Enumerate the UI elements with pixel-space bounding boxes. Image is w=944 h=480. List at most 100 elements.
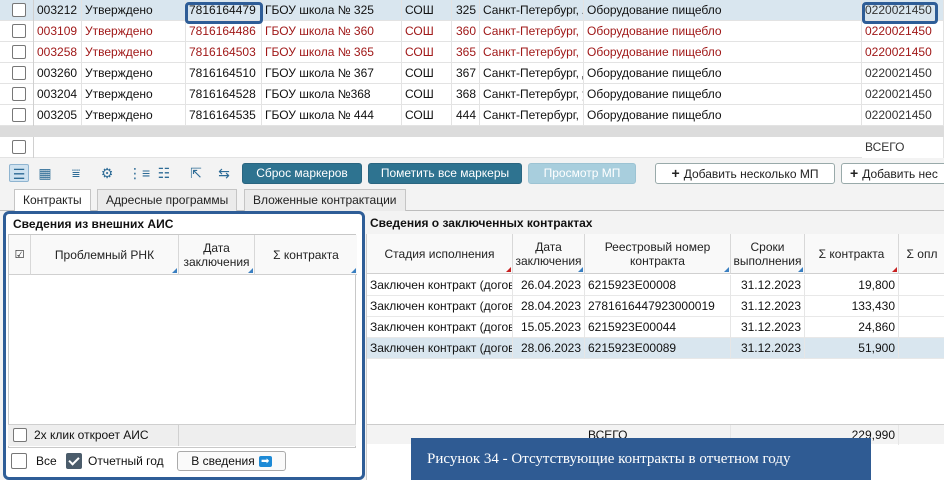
tab-contracts[interactable]: Контракты xyxy=(14,189,91,212)
footer-divider xyxy=(178,425,179,446)
cell-type: СОШ xyxy=(402,105,452,126)
cell-paid xyxy=(899,275,944,296)
select-all-header[interactable]: ☑ xyxy=(9,235,31,275)
col-paid-sum[interactable]: Σ опл xyxy=(899,234,944,274)
col-sum[interactable]: Σ контракта xyxy=(255,235,357,275)
row-checkbox-cell[interactable] xyxy=(0,0,34,21)
cell-stage: Заключен контракт (догов xyxy=(367,296,513,317)
col-contract-sum-label: Σ контракта xyxy=(818,246,885,261)
table-row[interactable]: 003258 Утверждено 7816164503 ГБОУ школа № 3… xyxy=(0,42,944,63)
figure-caption: Рисунок 34 - Отсутствующие контракты в о… xyxy=(411,438,871,480)
row-checkbox[interactable] xyxy=(12,86,26,101)
cell-stage: Заключен контракт (догов xyxy=(367,338,513,359)
toolbar: ☰ ▦ ⩸ ⚙ ⋮≡ ☷ ⇱ ⇆ Сброс маркеров Пометить… xyxy=(0,159,944,187)
table-row[interactable]: 003212 Утверждено 7816164479 ГБОУ школа № 3… xyxy=(0,0,944,21)
col-contract-date-label: Дата заключения xyxy=(515,239,582,268)
row-checkbox-cell[interactable] xyxy=(0,42,34,63)
col-stage[interactable]: Стадия исполнения xyxy=(367,234,513,274)
col-date[interactable]: Дата заключения xyxy=(179,235,255,275)
table-row[interactable]: 003204 Утверждено 7816164528 ГБОУ школа №36… xyxy=(0,84,944,105)
table-row[interactable]: 003260 Утверждено 7816164510 ГБОУ школа № 3… xyxy=(0,63,944,84)
cell-date: 26.04.2023 xyxy=(513,275,585,296)
check-icon: ☑ xyxy=(14,248,25,261)
add-button-2[interactable]: + Добавить нес xyxy=(841,163,944,184)
table-row[interactable]: 003109 Утверждено 7816164486 ГБОУ школа № 3… xyxy=(0,21,944,42)
row-checkbox[interactable] xyxy=(12,44,26,59)
cell-date: 28.04.2023 xyxy=(513,296,585,317)
objects-total-row: ВСЕГО xyxy=(0,137,944,158)
table-row[interactable]: Заключен контракт (догов 28.06.2023 621592… xyxy=(367,338,944,359)
cell-sum: 51,900 xyxy=(805,338,899,359)
tab-bar: Контракты Адресные программы Вложенные к… xyxy=(0,189,944,212)
cell-stage: Заключен контракт (догов xyxy=(367,317,513,338)
export-icon[interactable]: ⇱ xyxy=(186,164,206,182)
row-checkbox-cell[interactable] xyxy=(0,105,34,126)
cell-inn: 7816164528 xyxy=(186,84,262,105)
cell-reg-number: 6215923E00008 xyxy=(585,275,731,296)
filter-icon[interactable]: ⩸ xyxy=(66,164,86,182)
col-stage-label: Стадия исполнения xyxy=(384,246,495,261)
table-row[interactable]: Заключен контракт (догов 15.05.2023 621592… xyxy=(367,317,944,338)
table-row[interactable]: 003205 Утверждено 7816164535 ГБОУ школа № 4… xyxy=(0,105,944,126)
cell-name: ГБОУ школа № 365 xyxy=(262,42,402,63)
row-checkbox[interactable] xyxy=(12,23,26,38)
row-checkbox-cell[interactable] xyxy=(0,63,34,84)
view-mp-button[interactable]: Просмотр МП xyxy=(528,163,636,184)
col-reg-number-label: Реестровый номер контракта xyxy=(604,239,711,268)
cell-equipment: Оборудование пищебло xyxy=(584,105,862,126)
cell-code: 0220021450 xyxy=(862,105,944,126)
external-ais-grid: ☑ Проблемный РНК Дата заключения Σ контр… xyxy=(8,234,357,448)
all-label: Все xyxy=(36,454,57,468)
external-ais-title: Сведения из внешних АИС xyxy=(13,217,174,231)
col-problem-rnk[interactable]: Проблемный РНК xyxy=(31,235,179,275)
cell-number: 444 xyxy=(452,105,480,126)
row-checkbox[interactable] xyxy=(12,139,26,154)
grid-view-icon[interactable]: ▦ xyxy=(35,164,55,182)
tab-address-programs[interactable]: Адресные программы xyxy=(97,189,238,211)
numbered-list-icon[interactable]: ⋮≡ xyxy=(128,164,150,182)
cell-status: Утверждено xyxy=(82,21,186,42)
footer-checkbox[interactable] xyxy=(13,428,27,442)
sort-marker-icon xyxy=(578,267,583,272)
external-ais-controls: Все Отчетный год В сведения ➡ xyxy=(8,450,356,474)
row-checkbox[interactable] xyxy=(12,107,26,122)
row-checkbox[interactable] xyxy=(12,65,26,80)
cell-sum: 133,430 xyxy=(805,296,899,317)
col-sum-label: Σ контракта xyxy=(273,247,339,262)
cell-equipment: Оборудование пищебло xyxy=(584,42,862,63)
cell-inn: 7816164486 xyxy=(186,21,262,42)
cell-name: ГБОУ школа № 360 xyxy=(262,21,402,42)
col-reg-number[interactable]: Реестровый номер контракта xyxy=(585,234,731,274)
cell-sum: 24,860 xyxy=(805,317,899,338)
add-row-icon[interactable]: ☷ xyxy=(154,164,174,182)
reset-markers-button[interactable]: Сброс маркеров xyxy=(242,163,362,184)
col-paid-sum-label: Σ опл xyxy=(906,246,938,261)
cell-term: 31.12.2023 xyxy=(731,338,805,359)
arrow-right-icon: ➡ xyxy=(258,456,272,468)
cell-equipment: Оборудование пищебло xyxy=(584,0,862,21)
cell-type: СОШ xyxy=(402,42,452,63)
cell-id: 003205 xyxy=(34,105,82,126)
row-checkbox-cell[interactable] xyxy=(0,137,34,158)
cell-address: Санкт-Петербург, В xyxy=(480,42,584,63)
tab-nested-contracts[interactable]: Вложенные контрактации xyxy=(244,189,406,211)
col-contract-date[interactable]: Дата заключения xyxy=(513,234,585,274)
row-checkbox-cell[interactable] xyxy=(0,84,34,105)
to-info-button[interactable]: В сведения ➡ xyxy=(177,451,286,471)
gear-icon[interactable]: ⚙ xyxy=(97,164,117,182)
row-checkbox-cell[interactable] xyxy=(0,21,34,42)
all-checkbox[interactable] xyxy=(11,453,27,469)
table-row[interactable]: Заключен контракт (догов 28.04.2023 278161… xyxy=(367,296,944,317)
cell-term: 31.12.2023 xyxy=(731,275,805,296)
col-contract-sum[interactable]: Σ контракта xyxy=(805,234,899,274)
cell-number: 367 xyxy=(452,63,480,84)
col-term[interactable]: Сроки выполнения xyxy=(731,234,805,274)
table-row[interactable]: Заключен контракт (догов 26.04.2023 621592… xyxy=(367,275,944,296)
cell-date: 28.06.2023 xyxy=(513,338,585,359)
report-year-checkbox[interactable] xyxy=(66,453,82,469)
import-icon[interactable]: ⇆ xyxy=(214,164,234,182)
row-checkbox[interactable] xyxy=(12,2,26,17)
add-several-mp-button[interactable]: + Добавить несколько МП xyxy=(655,163,835,184)
list-view-icon[interactable]: ☰ xyxy=(9,164,29,182)
mark-all-button[interactable]: Пометить все маркеры xyxy=(368,163,522,184)
